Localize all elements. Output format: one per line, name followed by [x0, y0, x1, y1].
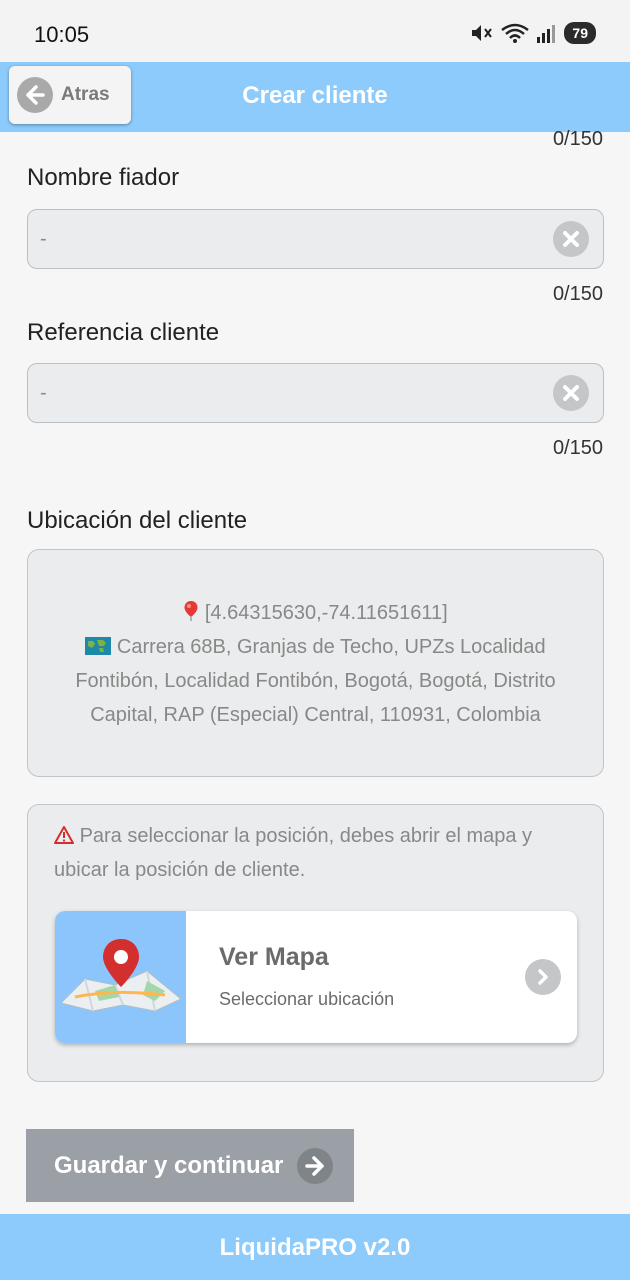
ver-mapa-card[interactable]: Ver Mapa Seleccionar ubicación [55, 911, 577, 1043]
status-time: 10:05 [34, 22, 90, 47]
char-counter: 0/150 [552, 128, 603, 150]
app-footer: LiquidaPRO v2.0 [0, 1214, 630, 1280]
nombre-fiador-label: Nombre fiador [27, 164, 180, 191]
referencia-cliente-counter: 0/150 [552, 437, 603, 459]
nombre-fiador-input[interactable]: - [27, 209, 604, 269]
app-header: Atras Crear cliente [0, 62, 630, 132]
clear-icon[interactable] [553, 375, 589, 411]
map-pin-icon [184, 601, 198, 621]
location-coords: [4.64315630,-74.11651611] [48, 596, 583, 630]
status-bar: 10:05 79 [0, 0, 630, 62]
map-warning: Para seleccionar la posición, debes abri… [54, 819, 584, 887]
chevron-right-icon [525, 959, 561, 995]
nombre-fiador-value: - [40, 228, 47, 250]
battery-icon: 79 [564, 22, 596, 44]
arrow-right-icon [297, 1147, 334, 1184]
ver-mapa-title: Ver Mapa [219, 943, 329, 971]
coords-text: [4.64315630,-74.11651611] [204, 602, 448, 624]
mute-icon [472, 25, 493, 41]
location-address: Carrera 68B, Granjas de Techo, UPZs Loca… [48, 630, 583, 732]
ubicacion-label: Ubicación del cliente [27, 507, 248, 534]
warning-icon [54, 825, 80, 847]
address-text: Carrera 68B, Granjas de Techo, UPZs Loca… [75, 636, 556, 726]
ver-mapa-subtitle: Seleccionar ubicación [219, 989, 395, 1009]
status-icons: 79 [470, 22, 596, 44]
signal-icon [537, 25, 556, 43]
world-map-icon [85, 637, 112, 655]
referencia-cliente-label: Referencia cliente [27, 319, 220, 346]
nombre-fiador-counter: 0/150 [552, 283, 603, 305]
save-continue-button[interactable]: Guardar y continuar [26, 1129, 354, 1202]
map-selector-box: Para seleccionar la posición, debes abri… [27, 804, 604, 1082]
location-box: [4.64315630,-74.11651611] Carrera 68B, G… [27, 549, 604, 777]
wifi-icon [501, 23, 530, 43]
save-continue-label: Guardar y continuar [54, 1151, 284, 1179]
map-warning-text: Para seleccionar la posición, debes abri… [54, 825, 533, 881]
referencia-cliente-value: - [40, 382, 47, 404]
referencia-cliente-input[interactable]: - [27, 363, 604, 423]
map-thumbnail-icon [55, 911, 186, 1043]
page-title: Crear cliente [242, 82, 388, 109]
clear-icon[interactable] [553, 221, 589, 257]
